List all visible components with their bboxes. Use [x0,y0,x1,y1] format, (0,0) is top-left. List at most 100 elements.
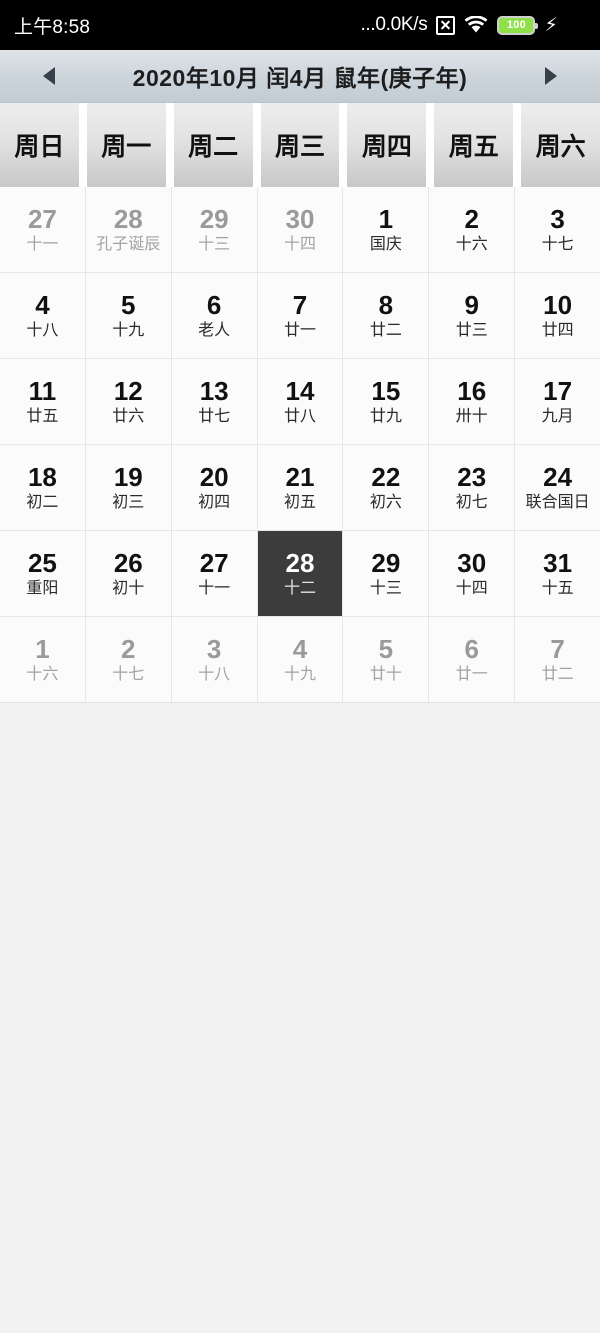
chevron-right-icon [544,67,557,85]
day-number: 29 [199,203,229,234]
day-number: 27 [199,547,229,578]
day-cell[interactable]: 6 老人 [171,273,258,358]
day-number: 5 [378,633,394,664]
day-lunar-label: 廿十 [369,665,402,683]
battery-icon: 100 [497,15,539,35]
day-cell[interactable]: 24 联合国日 [515,445,600,530]
day-number: 30 [285,203,315,234]
day-cell[interactable]: 9 廿三 [429,273,516,358]
day-lunar-label: 十八 [198,665,231,683]
day-cell[interactable]: 26 初十 [85,531,172,616]
day-cell[interactable]: 2 十六 [429,187,516,272]
day-lunar-label: 廿七 [198,407,231,425]
day-lunar-label: 十四 [455,579,488,597]
day-number: 19 [113,461,143,492]
day-number: 25 [27,547,57,578]
empty-content-area [0,703,600,1333]
day-number: 23 [457,461,487,492]
day-cell[interactable]: 30 十四 [429,531,516,616]
day-cell[interactable]: 5 十九 [85,273,172,358]
prev-month-button[interactable] [36,63,62,89]
day-lunar-label: 孔子诞辰 [96,235,161,253]
day-cell[interactable]: 18 初二 [0,445,86,530]
day-cell[interactable]: 19 初三 [85,445,172,530]
day-number: 4 [35,289,50,320]
charging-bolt-icon: ⚡ [544,14,558,36]
day-cell[interactable]: 3 十八 [171,617,258,702]
next-month-button[interactable] [538,63,564,89]
day-lunar-label: 初五 [284,493,317,511]
day-number: 13 [199,375,229,406]
calendar-week-row: 11 廿五 12 廿六 13 廿七 14 廿八 15 廿九 16 卅十 17 九月 [0,359,600,445]
day-cell[interactable]: 6 廿一 [429,617,516,702]
day-cell[interactable]: 22 初六 [343,445,430,530]
weekday-header-cell-2: 周二 [173,103,253,187]
day-cell[interactable]: 1 十六 [0,617,86,702]
day-lunar-label: 十一 [198,579,231,597]
day-cell[interactable]: 8 廿二 [343,273,430,358]
day-cell[interactable]: 14 廿八 [257,359,344,444]
calendar-week-row: 18 初二 19 初三 20 初四 21 初五 22 初六 23 初七 24 联合国日 [0,445,600,531]
day-lunar-label: 初六 [369,493,402,511]
day-cell[interactable]: 25 重阳 [0,531,86,616]
day-cell[interactable]: 30 十四 [257,187,344,272]
day-number: 12 [113,375,143,406]
day-cell[interactable]: 17 九月 [515,359,600,444]
day-cell[interactable]: 5 廿十 [343,617,430,702]
weekday-header-cell-4: 周四 [347,103,427,187]
day-lunar-label: 十七 [112,665,145,683]
day-cell[interactable]: 27 十一 [171,531,258,616]
day-cell-selected[interactable]: 28 十二 [257,531,344,616]
day-number: 3 [206,633,222,664]
day-cell[interactable]: 7 廿一 [257,273,344,358]
day-number: 26 [113,547,143,578]
status-icons: ...0.0K/s 100 ⚡ [360,14,586,36]
day-cell[interactable]: 23 初七 [429,445,516,530]
day-lunar-label: 廿六 [112,407,145,425]
day-cell[interactable]: 1 国庆 [343,187,430,272]
day-cell[interactable]: 13 廿七 [171,359,258,444]
day-number: 11 [28,375,57,406]
day-number: 22 [371,461,401,492]
day-lunar-label: 初四 [198,493,231,511]
day-cell[interactable]: 7 廿二 [515,617,600,702]
day-cell[interactable]: 4 十九 [257,617,344,702]
day-lunar-label: 十六 [455,235,488,253]
day-number: 6 [464,633,479,664]
wifi-icon [464,15,488,34]
day-lunar-label: 初七 [455,493,488,511]
day-cell[interactable]: 2 十七 [85,617,172,702]
day-cell[interactable]: 10 廿四 [515,273,600,358]
day-number: 9 [464,289,479,320]
day-cell[interactable]: 12 廿六 [85,359,172,444]
day-lunar-label: 十七 [541,235,574,253]
day-lunar-label: 十三 [369,579,402,597]
day-cell[interactable]: 3 十七 [515,187,600,272]
day-number: 8 [378,289,394,320]
day-number: 17 [543,375,573,406]
day-cell[interactable]: 15 廿九 [343,359,430,444]
day-lunar-label: 十九 [112,321,145,339]
day-cell[interactable]: 20 初四 [171,445,258,530]
day-lunar-label: 十二 [284,579,317,597]
day-cell[interactable]: 27 十一 [0,187,86,272]
day-number: 30 [457,547,487,578]
day-cell[interactable]: 29 十三 [171,187,258,272]
day-lunar-label: 十八 [26,321,59,339]
day-cell[interactable]: 21 初五 [257,445,344,530]
day-lunar-label: 廿五 [26,407,59,425]
day-cell[interactable]: 11 廿五 [0,359,86,444]
status-bar: 上午8:58 ...0.0K/s 100 ⚡ [0,0,600,50]
day-cell[interactable]: 31 十五 [515,531,600,616]
day-lunar-label: 廿一 [455,665,488,683]
day-cell[interactable]: 16 卅十 [429,359,516,444]
day-number: 16 [457,375,487,406]
day-number: 14 [285,375,315,406]
day-cell[interactable]: 29 十三 [343,531,430,616]
day-cell[interactable]: 4 十八 [0,273,86,358]
day-number: 27 [27,203,57,234]
day-lunar-label: 廿二 [541,665,574,683]
day-lunar-label: 重阳 [26,579,59,597]
day-cell[interactable]: 28 孔子诞辰 [85,187,172,272]
day-lunar-label: 廿四 [541,321,574,339]
